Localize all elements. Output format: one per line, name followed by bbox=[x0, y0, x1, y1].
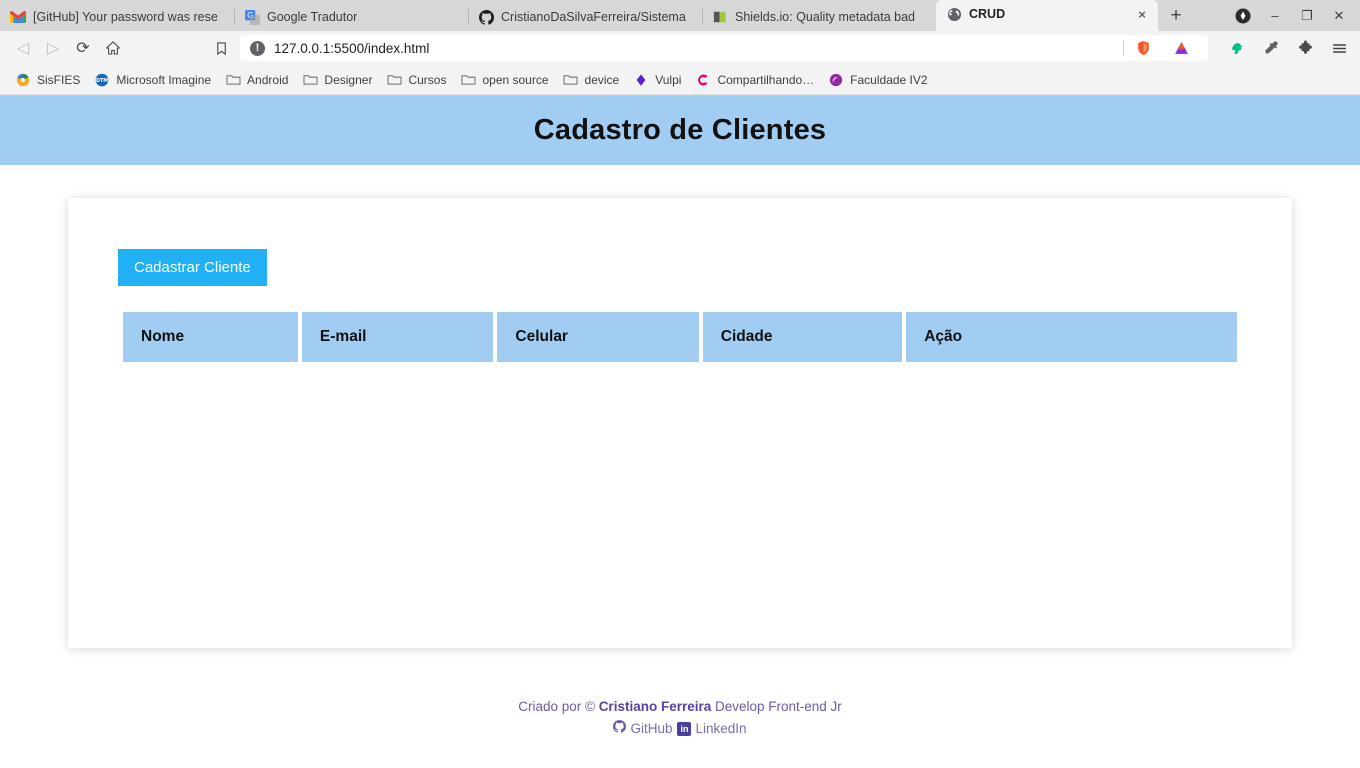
column-header-cidade[interactable]: Cidade bbox=[702, 312, 903, 362]
github-icon bbox=[613, 718, 627, 740]
browser-tab-github-repo[interactable]: CristianoDaSilvaFerreira/Sistema bbox=[468, 3, 702, 31]
shields-io-icon bbox=[712, 9, 728, 25]
browser-tab-crud[interactable]: CRUD × bbox=[936, 0, 1158, 31]
hamburger-menu-icon[interactable] bbox=[1326, 35, 1352, 61]
footer-prefix: Criado por © bbox=[518, 699, 599, 714]
bookmark-label: Android bbox=[247, 72, 289, 87]
browser-tab-google-tradutor[interactable]: G Google Tradutor bbox=[234, 3, 468, 31]
forward-icon[interactable]: ▷ bbox=[38, 34, 68, 62]
page-footer: Criado por © Cristiano Ferreira Develop … bbox=[0, 696, 1360, 740]
footer-suffix: Develop Front-end Jr bbox=[711, 699, 842, 714]
omnibox-divider bbox=[1123, 40, 1124, 56]
maximize-window-button[interactable]: ❐ bbox=[1292, 0, 1322, 31]
tab-title: Shields.io: Quality metadata bad bbox=[735, 10, 915, 24]
dinosaur-extension-icon[interactable] bbox=[1224, 35, 1250, 61]
globe-icon bbox=[946, 6, 962, 22]
github-link[interactable]: GitHub bbox=[613, 718, 672, 740]
reload-icon[interactable]: ⟳ bbox=[68, 34, 98, 62]
table-header-row: Nome E-mail Celular Cidade Ação bbox=[123, 312, 1237, 362]
address-bar[interactable]: ! 127.0.0.1:5500/index.html bbox=[240, 35, 1208, 61]
bookmark-microsoft-imagine[interactable]: DTM Microsoft Imagine bbox=[87, 69, 218, 91]
brave-rewards-triangle-icon[interactable] bbox=[1168, 35, 1194, 61]
footer-links: GitHub in LinkedIn bbox=[0, 718, 1360, 740]
brave-profile-icon[interactable] bbox=[1228, 0, 1258, 31]
bookmark-device[interactable]: device bbox=[556, 69, 627, 91]
tab-title: [GitHub] Your password was rese bbox=[33, 10, 218, 24]
bookmark-label: device bbox=[584, 72, 620, 87]
omnibox-actions bbox=[1130, 35, 1198, 61]
sisfies-icon bbox=[15, 72, 31, 88]
column-header-email[interactable]: E-mail bbox=[301, 312, 494, 362]
folder-icon bbox=[302, 72, 318, 88]
folder-icon bbox=[386, 72, 402, 88]
vulpi-diamond-icon bbox=[633, 72, 649, 88]
bookmark-sisfies[interactable]: SisFIES bbox=[8, 69, 87, 91]
compartilhando-icon bbox=[695, 72, 711, 88]
bookmark-label: Designer bbox=[324, 72, 373, 87]
bookmark-label: Microsoft Imagine bbox=[116, 72, 212, 87]
bookmark-android[interactable]: Android bbox=[218, 69, 295, 91]
bookmark-label: Compartilhando… bbox=[717, 72, 815, 87]
toolbar-extensions bbox=[1224, 35, 1352, 61]
bookmark-vulpi[interactable]: Vulpi bbox=[626, 69, 688, 91]
close-tab-icon[interactable]: × bbox=[1134, 6, 1150, 22]
bookmark-label: open source bbox=[482, 72, 549, 87]
bookmark-open-source[interactable]: open source bbox=[453, 69, 555, 91]
back-icon[interactable]: ◁ bbox=[8, 34, 38, 62]
tab-strip: [GitHub] Your password was rese G Google… bbox=[0, 0, 1360, 31]
cadastrar-cliente-button[interactable]: Cadastrar Cliente bbox=[118, 249, 267, 286]
gmail-icon bbox=[10, 9, 26, 25]
linkedin-link-label: LinkedIn bbox=[695, 721, 747, 736]
folder-icon bbox=[460, 72, 476, 88]
tab-title: Google Tradutor bbox=[267, 10, 358, 24]
column-header-nome[interactable]: Nome bbox=[123, 312, 298, 362]
github-icon bbox=[478, 9, 494, 25]
linkedin-link[interactable]: in LinkedIn bbox=[677, 718, 747, 740]
svg-text:DTM: DTM bbox=[96, 78, 108, 84]
bookmark-faculdade-iv2[interactable]: Faculdade IV2 bbox=[821, 69, 934, 91]
faculdade-iv2-icon bbox=[828, 72, 844, 88]
browser-window: [GitHub] Your password was rese G Google… bbox=[0, 0, 1360, 768]
page-banner: Cadastro de Clientes bbox=[0, 95, 1360, 165]
github-link-label: GitHub bbox=[630, 721, 673, 736]
microsoft-imagine-icon: DTM bbox=[94, 72, 110, 88]
bookmark-page-icon[interactable] bbox=[206, 34, 236, 62]
linkedin-icon: in bbox=[677, 722, 692, 736]
browser-tab-gmail[interactable]: [GitHub] Your password was rese bbox=[0, 3, 234, 31]
footer-credit-line: Criado por © Cristiano Ferreira Develop … bbox=[0, 696, 1360, 718]
browser-toolbar: ◁ ▷ ⟳ ! 127.0.0.1:5500/index.html bbox=[0, 31, 1360, 65]
home-icon[interactable] bbox=[98, 34, 128, 62]
bookmark-label: Vulpi bbox=[655, 72, 682, 87]
column-header-celular[interactable]: Celular bbox=[497, 312, 699, 362]
bookmark-label: Cursos bbox=[408, 72, 447, 87]
google-translate-icon: G bbox=[244, 9, 260, 25]
brave-shields-icon[interactable] bbox=[1130, 35, 1156, 61]
page-title: Cadastro de Clientes bbox=[533, 113, 827, 146]
page-viewport: Cadastro de Clientes Cadastrar Cliente N… bbox=[0, 95, 1360, 768]
folder-icon bbox=[563, 72, 579, 88]
bookmark-compartilhando[interactable]: Compartilhando… bbox=[688, 69, 821, 91]
bookmark-designer[interactable]: Designer bbox=[295, 69, 379, 91]
not-secure-info-icon[interactable]: ! bbox=[250, 40, 265, 56]
close-window-button[interactable]: ✕ bbox=[1324, 0, 1354, 31]
bookmarks-bar: SisFIES DTM Microsoft Imagine Android De… bbox=[0, 65, 1360, 95]
bookmark-cursos[interactable]: Cursos bbox=[379, 69, 453, 91]
eyedropper-icon[interactable] bbox=[1258, 35, 1284, 61]
bookmark-label: SisFIES bbox=[37, 72, 81, 87]
clients-table: Nome E-mail Celular Cidade Ação bbox=[119, 312, 1241, 362]
tab-title: CRUD bbox=[969, 7, 1006, 21]
tab-title: CristianoDaSilvaFerreira/Sistema bbox=[501, 10, 686, 24]
footer-author: Cristiano Ferreira bbox=[598, 699, 712, 714]
clients-table-head: Nome E-mail Celular Cidade Ação bbox=[123, 312, 1237, 362]
url-text[interactable]: 127.0.0.1:5500/index.html bbox=[274, 41, 429, 56]
folder-icon bbox=[225, 72, 241, 88]
puzzle-extensions-icon[interactable] bbox=[1292, 35, 1318, 61]
minimize-window-button[interactable]: – bbox=[1260, 0, 1290, 31]
new-tab-button[interactable]: + bbox=[1162, 2, 1190, 30]
bookmark-label: Faculdade IV2 bbox=[850, 72, 928, 87]
clients-card: Cadastrar Cliente Nome E-mail Celular Ci… bbox=[68, 198, 1292, 648]
column-header-acao[interactable]: Ação bbox=[906, 312, 1237, 362]
browser-tab-shields-io[interactable]: Shields.io: Quality metadata bad bbox=[702, 3, 936, 31]
window-controls: – ❐ ✕ bbox=[1228, 0, 1360, 31]
